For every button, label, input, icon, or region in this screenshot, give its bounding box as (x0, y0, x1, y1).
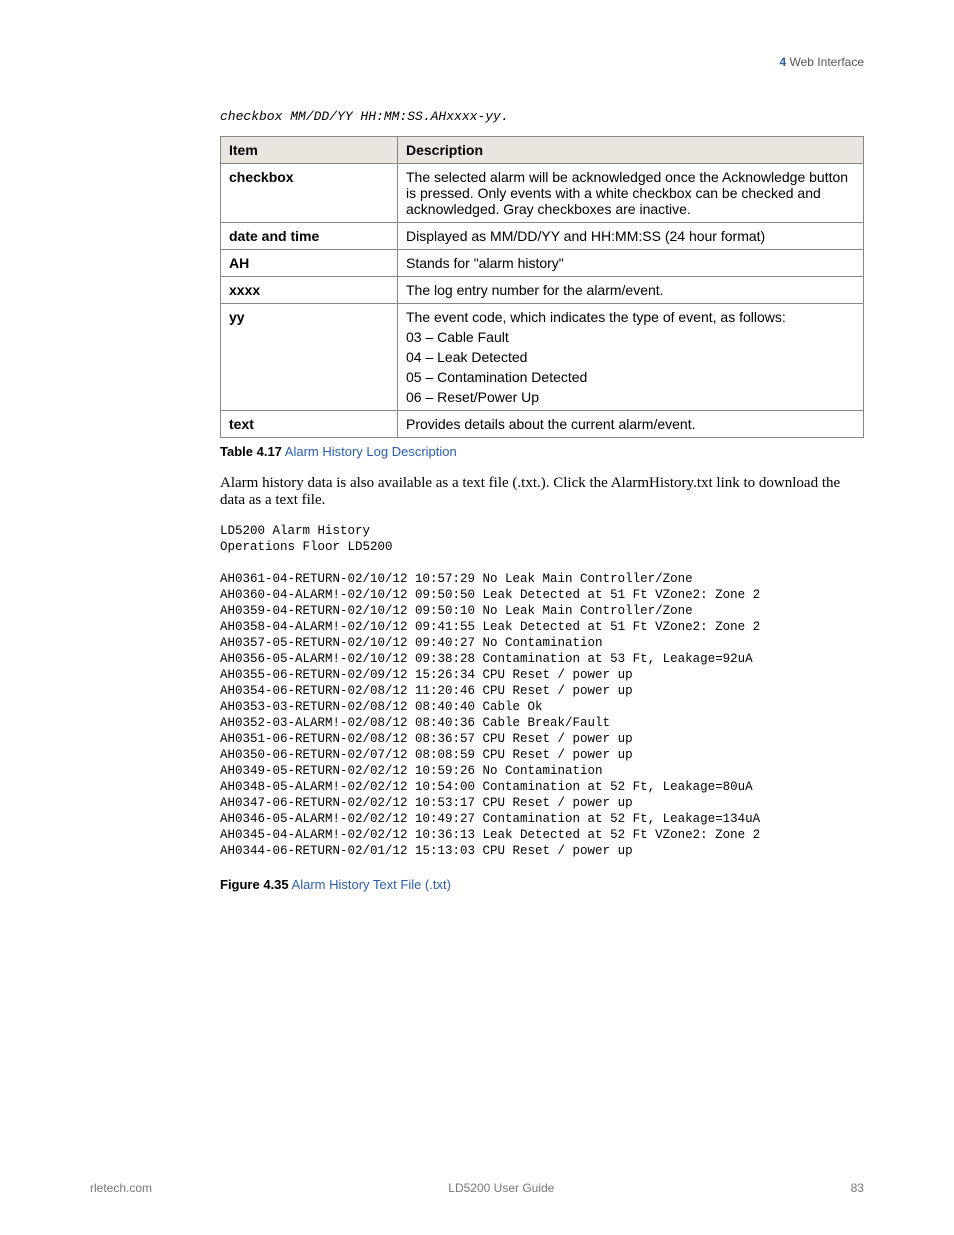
table-row: date and time Displayed as MM/DD/YY and H… (221, 223, 864, 250)
page-footer: rletech.com LD5200 User Guide 83 (90, 1181, 864, 1195)
table-row: text Provides details about the current a… (221, 411, 864, 438)
figure-caption-number: Figure 4.35 (220, 877, 289, 892)
description-line: 06 – Reset/Power Up (406, 389, 855, 405)
item-cell: xxxx (221, 277, 398, 304)
description-cell: Stands for "alarm history" (398, 250, 864, 277)
description-line: Stands for "alarm history" (406, 255, 855, 271)
item-cell: AH (221, 250, 398, 277)
description-cell: The log entry number for the alarm/event… (398, 277, 864, 304)
description-line: 03 – Cable Fault (406, 329, 855, 345)
description-line: The event code, which indicates the type… (406, 309, 855, 325)
figure-caption: Figure 4.35 Alarm History Text File (.tx… (220, 877, 864, 892)
format-syntax-line: checkbox MM/DD/YY HH:MM:SS.AHxxxx-yy. (220, 109, 864, 124)
table-caption-title: Alarm History Log Description (282, 444, 457, 459)
description-line: 04 – Leak Detected (406, 349, 855, 365)
table-caption-number: Table 4.17 (220, 444, 282, 459)
col-header-description: Description (398, 137, 864, 164)
footer-page-number: 83 (851, 1181, 864, 1195)
page-header: 4 Web Interface (90, 55, 864, 69)
item-cell: date and time (221, 223, 398, 250)
description-table: Item Description checkboxThe selected al… (220, 136, 864, 438)
description-cell: Provides details about the current alarm… (398, 411, 864, 438)
table-caption: Table 4.17 Alarm History Log Description (220, 444, 864, 459)
item-cell: yy (221, 304, 398, 411)
description-cell: The selected alarm will be acknowledged … (398, 164, 864, 223)
figure-caption-title: Alarm History Text File (.txt) (289, 877, 451, 892)
table-row: yy The event code, which indicates the ty… (221, 304, 864, 411)
description-cell: The event code, which indicates the type… (398, 304, 864, 411)
alarm-history-log: LD5200 Alarm History Operations Floor LD… (220, 523, 864, 859)
table-row: xxxx The log entry number for the alarm/e… (221, 277, 864, 304)
description-line: The log entry number for the alarm/event… (406, 282, 855, 298)
description-line: 05 – Contamination Detected (406, 369, 855, 385)
chapter-number: 4 (779, 55, 786, 69)
col-header-item: Item (221, 137, 398, 164)
table-row: checkboxThe selected alarm will be ackno… (221, 164, 864, 223)
description-line: Displayed as MM/DD/YY and HH:MM:SS (24 h… (406, 228, 855, 244)
description-line: The selected alarm will be acknowledged … (406, 169, 855, 217)
footer-left: rletech.com (90, 1181, 152, 1195)
chapter-title: Web Interface (790, 55, 864, 69)
footer-center: LD5200 User Guide (448, 1181, 554, 1195)
item-cell: text (221, 411, 398, 438)
item-cell: checkbox (221, 164, 398, 223)
description-cell: Displayed as MM/DD/YY and HH:MM:SS (24 h… (398, 223, 864, 250)
body-paragraph: Alarm history data is also available as … (220, 475, 864, 509)
description-line: Provides details about the current alarm… (406, 416, 855, 432)
table-row: AH Stands for "alarm history" (221, 250, 864, 277)
